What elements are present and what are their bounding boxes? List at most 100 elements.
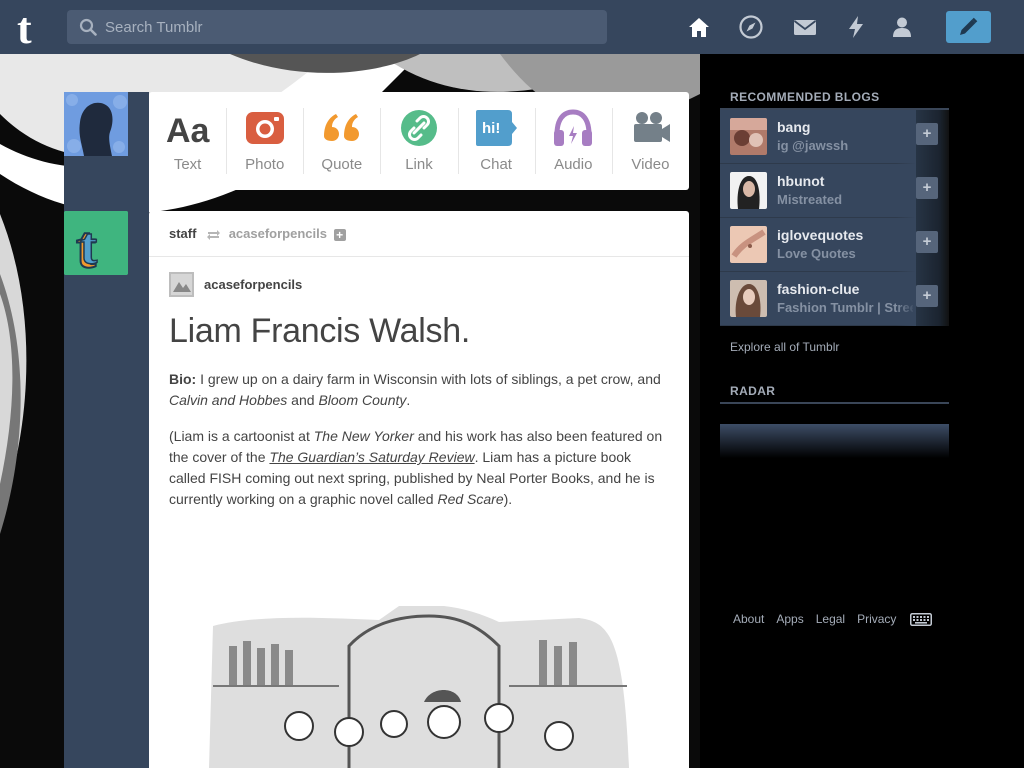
tumblr-logo[interactable]: t (14, 4, 54, 53)
search-box[interactable] (67, 10, 607, 44)
text-fade (896, 110, 916, 164)
post-title: Liam Francis Walsh. (169, 312, 470, 350)
blog-name[interactable]: iglovequotes (777, 227, 863, 243)
home-icon[interactable] (686, 14, 712, 40)
follow-button[interactable]: + (916, 123, 938, 145)
footer-links: About Apps Legal Privacy (733, 612, 933, 626)
guardian-link[interactable]: The Guardian’s Saturday Review (269, 449, 474, 465)
post-type-bar: Aa Text Photo Quote Link hi! Chat Audio … (149, 92, 689, 190)
svg-text:Aa: Aa (166, 112, 210, 148)
blog-description: Mistreated (777, 192, 843, 207)
text-fade (896, 272, 916, 326)
link-icon (400, 110, 437, 146)
description-paragraph: (Liam is a cartoonist at The New Yorker … (169, 426, 669, 510)
follow-source-button[interactable]: + (333, 228, 346, 241)
footer-link-apps[interactable]: Apps (776, 612, 803, 626)
cartoon-image[interactable] (199, 604, 639, 768)
blog-description: ig @jawssh (777, 138, 849, 153)
bio-text: I grew up on a dairy farm in Wisconsin w… (196, 371, 661, 387)
post-type-label: Text (173, 156, 202, 173)
svg-text:t: t (17, 5, 32, 49)
radar-title: RADAR (720, 380, 949, 404)
desc-part-d: ). (503, 491, 513, 507)
reblog-trail-header: acaseforpencils (169, 271, 669, 297)
post-type-text[interactable]: Aa Text (149, 92, 226, 190)
post-body: acaseforpencils Liam Francis Walsh. Bio:… (149, 257, 689, 510)
follow-button[interactable]: + (916, 285, 938, 307)
text-fade (896, 218, 916, 272)
follow-button[interactable]: + (916, 231, 938, 253)
post-type-video[interactable]: Video (611, 92, 689, 190)
post-type-quote[interactable]: Quote (303, 92, 380, 190)
footer-link-legal[interactable]: Legal (816, 612, 845, 626)
bio-italic-bloom: Bloom County (318, 392, 407, 408)
inbox-icon[interactable] (792, 14, 818, 40)
recommended-blog-item[interactable]: hbunot Mistreated + (720, 164, 949, 218)
desc-italic-red-scare: Red Scare (437, 491, 504, 507)
search-input[interactable] (105, 10, 595, 44)
footer-link-privacy[interactable]: Privacy (857, 612, 896, 626)
bio-and: and (287, 392, 319, 408)
post-type-label: Photo (245, 156, 285, 173)
chat-icon: hi! (476, 110, 518, 146)
post-type-label: Quote (321, 156, 363, 173)
reblog-source-link[interactable]: acaseforpencils (229, 226, 327, 241)
compose-button[interactable] (946, 11, 991, 43)
post-type-label: Link (405, 156, 433, 173)
pencil-icon (960, 17, 978, 35)
top-navigation-bar: t (0, 0, 1024, 54)
blog-name[interactable]: fashion-clue (777, 281, 859, 297)
camera-icon (245, 112, 284, 144)
footer-link-about[interactable]: About (733, 612, 764, 626)
blog-description: Love Quotes (777, 246, 856, 261)
post-author-link[interactable]: staff (169, 226, 196, 241)
blog-avatar[interactable] (730, 118, 767, 155)
reblog-avatar[interactable] (169, 271, 194, 297)
follow-button[interactable]: + (916, 177, 938, 199)
right-sidebar: RECOMMENDED BLOGS bang ig @jawssh + hbun… (720, 86, 949, 458)
recommended-blog-item[interactable]: fashion-clue Fashion Tumblr | Street + (720, 272, 949, 326)
post-type-audio[interactable]: Audio (534, 92, 612, 190)
blog-name[interactable]: bang (777, 119, 810, 135)
bio-paragraph: Bio: I grew up on a dairy farm in Wiscon… (169, 369, 669, 411)
post-type-link[interactable]: Link (380, 92, 457, 190)
blog-avatar[interactable] (730, 226, 767, 263)
blog-description: Fashion Tumblr | Street (777, 300, 913, 315)
keyboard-icon[interactable] (910, 612, 933, 626)
post-type-photo[interactable]: Photo (226, 92, 303, 190)
post-type-label: Chat (480, 156, 512, 173)
search-icon (79, 18, 97, 36)
reblog-icon (207, 229, 221, 240)
video-camera-icon (634, 112, 671, 142)
explore-icon[interactable] (738, 14, 764, 40)
post-content: Bio: I grew up on a dairy farm in Wiscon… (169, 369, 669, 510)
quote-icon (323, 114, 359, 141)
account-icon[interactable] (889, 14, 915, 40)
text-icon: Aa (166, 112, 210, 148)
reblog-blog-name[interactable]: acaseforpencils (204, 277, 302, 292)
bio-end: . (406, 392, 411, 408)
blog-name[interactable]: hbunot (777, 173, 824, 189)
recommended-blog-item[interactable]: iglovequotes Love Quotes + (720, 218, 949, 272)
post-type-chat[interactable]: hi! Chat (457, 92, 535, 190)
bio-italic-calvin: Calvin and Hobbes (169, 392, 288, 408)
desc-part-a: (Liam is a cartoonist at (169, 428, 314, 444)
recommended-blogs-title: RECOMMENDED BLOGS (720, 86, 949, 110)
svg-text:t: t (80, 218, 98, 275)
staff-avatar[interactable]: t t (64, 211, 128, 275)
dashboard-left-rail (64, 92, 149, 768)
dashboard-post: staff acaseforpencils + acaseforpencils … (149, 211, 689, 768)
recommended-blog-item[interactable]: bang ig @jawssh + (720, 110, 949, 164)
blog-avatar[interactable] (730, 172, 767, 209)
user-avatar[interactable] (64, 92, 128, 156)
headphones-icon (554, 109, 593, 146)
radar-post-preview[interactable] (720, 424, 949, 458)
svg-text:hi!: hi! (482, 120, 500, 137)
activity-icon[interactable] (843, 14, 869, 40)
post-type-label: Video (631, 156, 670, 173)
bio-label: Bio: (169, 371, 197, 387)
text-fade (896, 164, 916, 218)
explore-all-link[interactable]: Explore all of Tumblr (720, 326, 949, 368)
blog-avatar[interactable] (730, 280, 767, 317)
post-header: staff acaseforpencils + (149, 211, 689, 257)
